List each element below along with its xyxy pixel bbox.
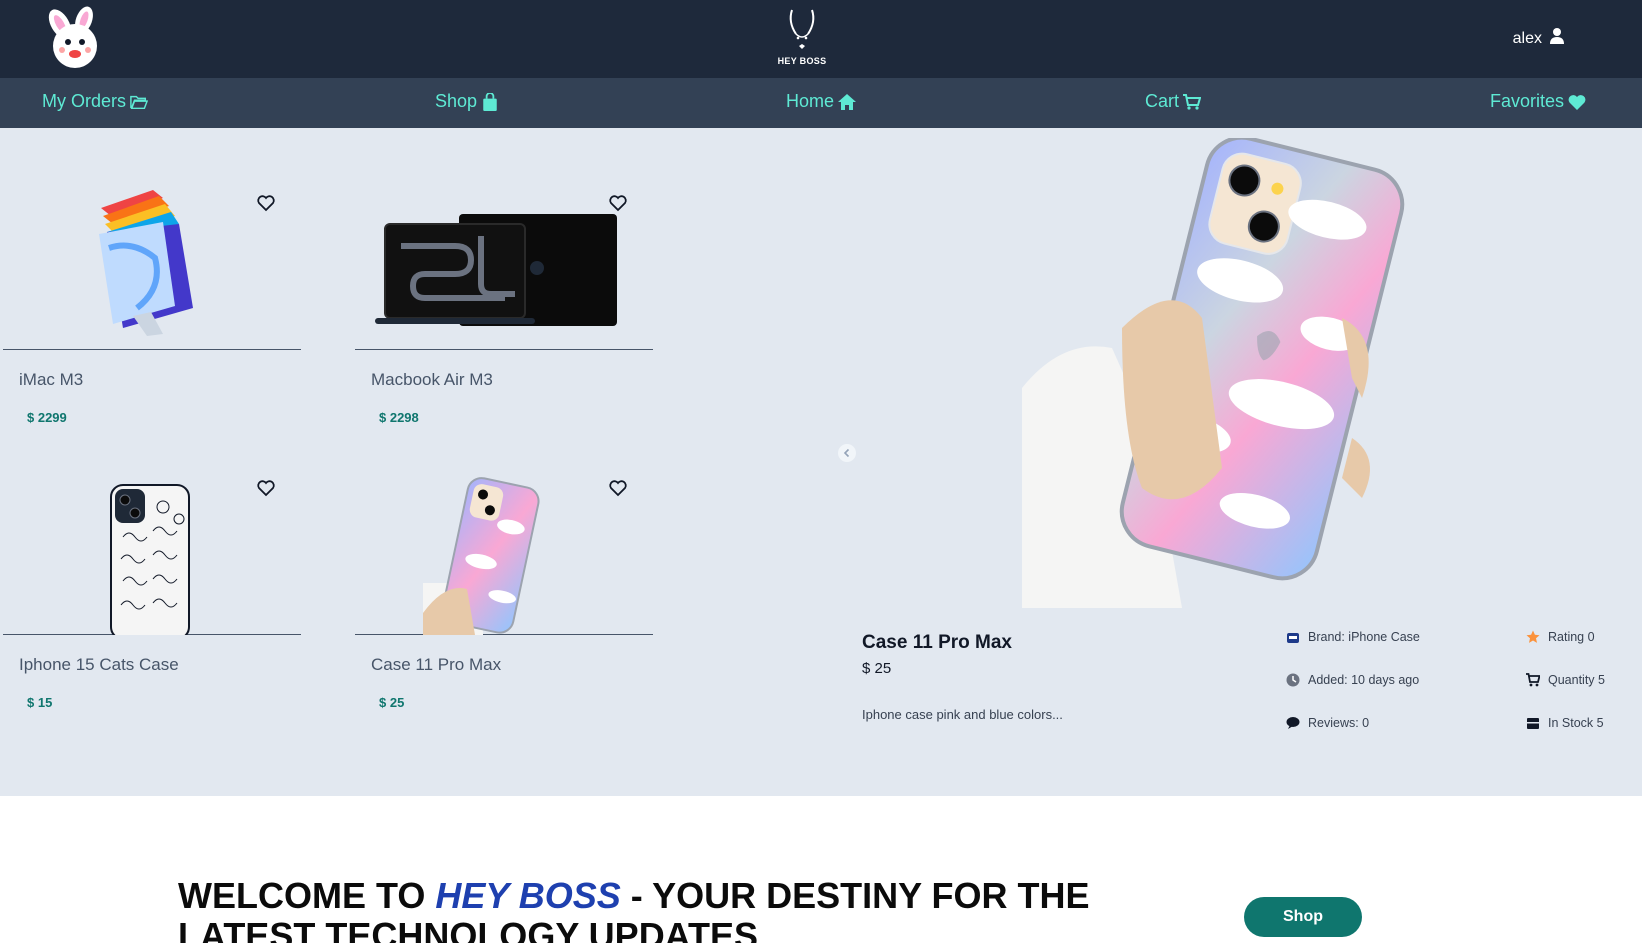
reviews-text: Reviews: 0 bbox=[1308, 716, 1370, 730]
comment-icon bbox=[1286, 717, 1300, 729]
product-title[interactable]: Iphone 15 Cats Case bbox=[19, 655, 179, 675]
shop-button[interactable]: Shop bbox=[1244, 897, 1362, 937]
product-card[interactable]: Iphone 15 Cats Case $ 15 bbox=[3, 413, 301, 710]
bunny-logo[interactable] bbox=[40, 6, 110, 72]
home-icon bbox=[838, 93, 857, 110]
rating-text: Rating 0 bbox=[1548, 630, 1595, 644]
rating-info: Rating 0 bbox=[1526, 630, 1595, 644]
nav-label: My Orders bbox=[42, 91, 127, 111]
user-icon bbox=[1550, 28, 1564, 49]
product-image[interactable] bbox=[3, 413, 301, 640]
logo-text: HEY BOSS bbox=[777, 56, 827, 66]
featured-price: $ 25 bbox=[862, 660, 892, 677]
nav-label: Cart bbox=[1145, 91, 1180, 111]
product-image[interactable] bbox=[355, 413, 653, 635]
nav-shop[interactable]: Shop bbox=[435, 91, 499, 112]
user-menu[interactable]: alex bbox=[1513, 28, 1564, 49]
nav-label: Shop bbox=[435, 91, 478, 111]
product-card[interactable]: Macbook Air M3 $ 2298 bbox=[355, 128, 653, 425]
welcome-prefix: WELCOME TO bbox=[178, 875, 436, 916]
featured-product-image[interactable] bbox=[1022, 138, 1422, 608]
nav-favorites[interactable]: Favorites bbox=[1490, 91, 1586, 112]
store-icon bbox=[1287, 633, 1299, 643]
nav-label: Favorites bbox=[1490, 91, 1565, 111]
welcome-heading: WELCOME TO HEY BOSS - YOUR DESTINY FOR T… bbox=[178, 876, 1208, 943]
nav-home[interactable]: Home bbox=[786, 91, 857, 112]
product-image[interactable] bbox=[3, 128, 301, 350]
nav-label: Home bbox=[786, 91, 835, 111]
shopping-bag-icon bbox=[483, 92, 497, 111]
reviews-info: Reviews: 0 bbox=[1286, 716, 1369, 730]
hey-boss-logo[interactable]: HEY BOSS bbox=[770, 4, 834, 68]
cart-icon bbox=[1183, 93, 1202, 110]
favorite-heart-icon[interactable] bbox=[609, 479, 627, 497]
box-icon bbox=[1527, 718, 1539, 729]
folder-open-icon bbox=[130, 95, 149, 109]
welcome-brand: HEY BOSS bbox=[435, 875, 621, 916]
favorite-heart-icon[interactable] bbox=[257, 194, 275, 212]
top-header: HEY BOSS alex bbox=[0, 0, 1642, 78]
featured-description: Iphone case pink and blue colors... bbox=[862, 707, 1063, 722]
stock-text: In Stock 5 bbox=[1548, 716, 1604, 730]
chevron-left-icon bbox=[843, 448, 850, 458]
slider-prev-button[interactable] bbox=[838, 444, 856, 462]
product-price: $ 25 bbox=[379, 695, 405, 710]
favorite-heart-icon[interactable] bbox=[257, 479, 275, 497]
clock-icon bbox=[1286, 673, 1300, 687]
product-price: $ 15 bbox=[27, 695, 53, 710]
cart-icon bbox=[1526, 673, 1540, 687]
quantity-info: Quantity 5 bbox=[1526, 673, 1605, 687]
brand-info: Brand: iPhone Case bbox=[1286, 630, 1420, 644]
nav-cart[interactable]: Cart bbox=[1145, 91, 1202, 112]
added-info: Added: 10 days ago bbox=[1286, 673, 1419, 687]
product-image[interactable] bbox=[355, 128, 653, 350]
brand-text: Brand: iPhone Case bbox=[1308, 630, 1420, 644]
star-icon bbox=[1526, 630, 1540, 643]
product-title[interactable]: Case 11 Pro Max bbox=[371, 655, 501, 675]
heart-icon bbox=[1568, 94, 1586, 110]
product-title[interactable]: Macbook Air M3 bbox=[371, 370, 493, 390]
user-name: alex bbox=[1512, 29, 1542, 47]
featured-title[interactable]: Case 11 Pro Max bbox=[862, 632, 1012, 654]
product-title[interactable]: iMac M3 bbox=[19, 370, 83, 390]
favorite-heart-icon[interactable] bbox=[609, 194, 627, 212]
product-card[interactable]: Case 11 Pro Max $ 25 bbox=[355, 413, 653, 710]
quantity-text: Quantity 5 bbox=[1548, 673, 1605, 687]
product-card[interactable]: iMac M3 $ 2299 bbox=[3, 128, 301, 425]
products-section: iMac M3 $ 2299 Macbook Air M3 $ 2298 Iph… bbox=[0, 128, 1642, 796]
stock-info: In Stock 5 bbox=[1526, 716, 1604, 730]
nav-my-orders[interactable]: My Orders bbox=[42, 91, 149, 112]
main-nav: My Orders Shop Home Cart Favorites bbox=[0, 78, 1642, 128]
added-text: Added: 10 days ago bbox=[1308, 673, 1420, 687]
